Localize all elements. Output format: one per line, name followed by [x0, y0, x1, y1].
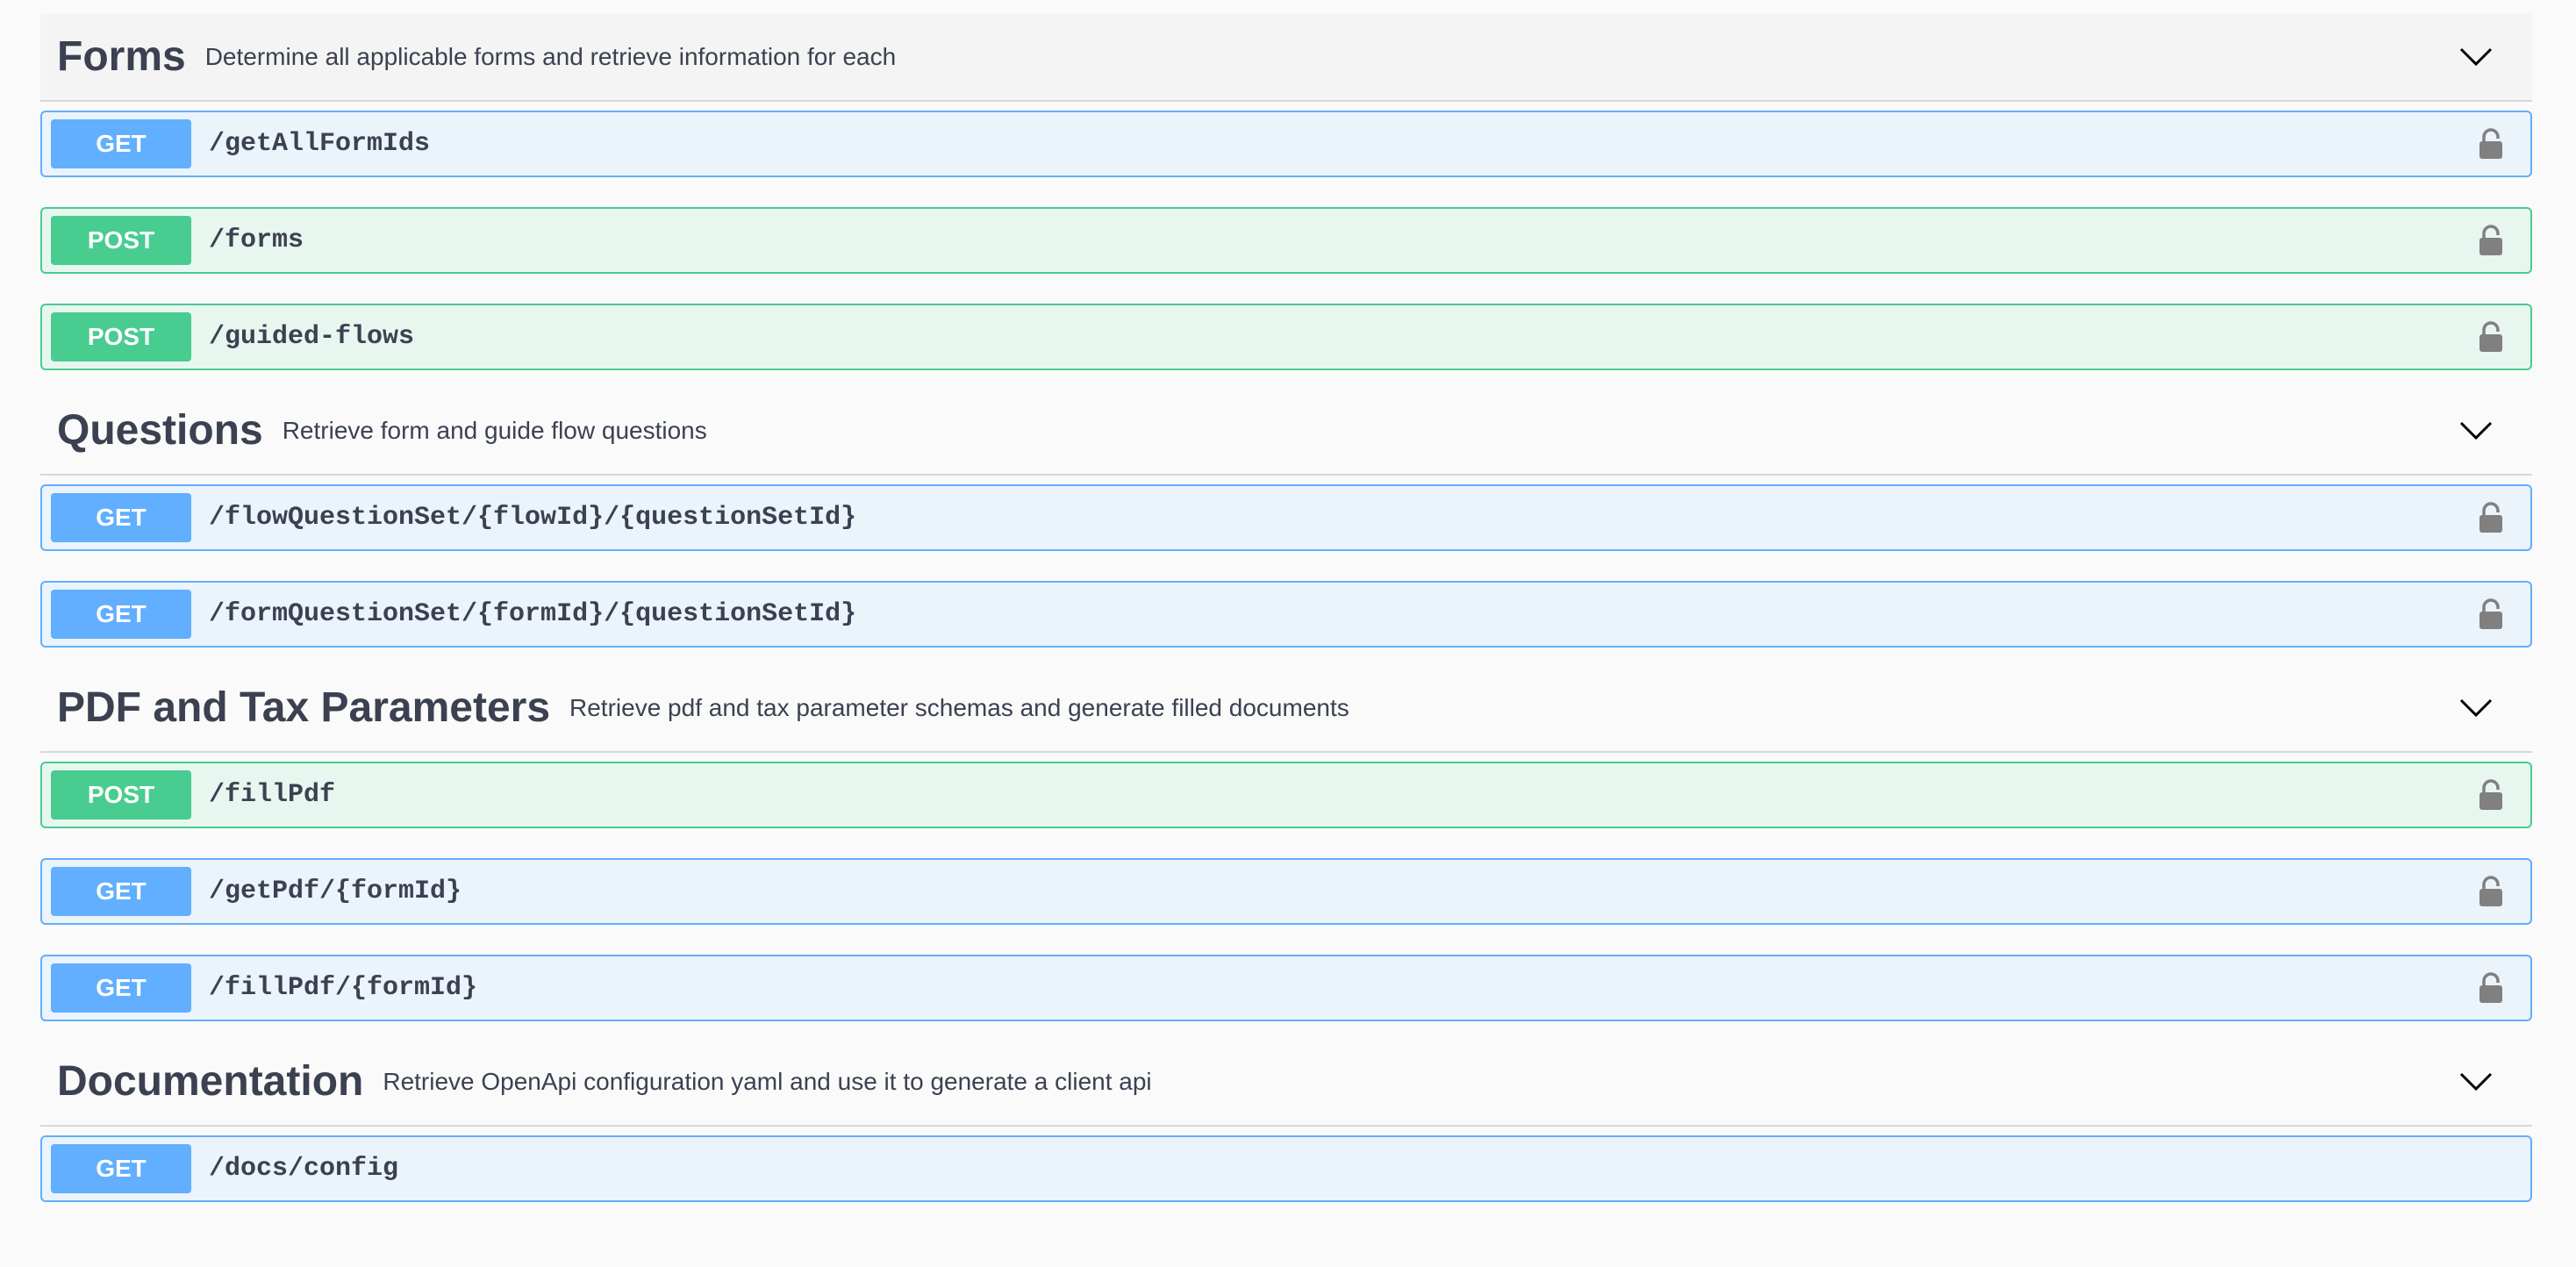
tag-header-pdf-and-tax-parameters[interactable]: PDF and Tax Parameters Retrieve pdf and … — [40, 665, 2532, 753]
tag-title: PDF and Tax Parameters — [57, 684, 551, 731]
method-badge: POST — [51, 312, 191, 361]
tag-header-documentation[interactable]: Documentation Retrieve OpenApi configura… — [40, 1039, 2532, 1127]
tag-title: Questions — [57, 407, 263, 454]
lock-icon[interactable] — [2478, 779, 2504, 811]
method-badge: GET — [51, 590, 191, 639]
operation-get-getallformids[interactable]: GET /getAllFormIds — [40, 111, 2532, 177]
chevron-down-icon[interactable] — [2458, 420, 2494, 441]
method-badge: GET — [51, 867, 191, 916]
operation-get-docs-config[interactable]: GET /docs/config — [40, 1135, 2532, 1202]
method-badge: GET — [51, 119, 191, 168]
lock-icon[interactable] — [2478, 972, 2504, 1004]
operation-post-fillpdf[interactable]: POST /fillPdf — [40, 762, 2532, 828]
method-badge: GET — [51, 493, 191, 542]
operation-path: /formQuestionSet/{formId}/{questionSetId… — [209, 599, 857, 629]
method-badge: POST — [51, 216, 191, 265]
operation-get-formquestionset[interactable]: GET /formQuestionSet/{formId}/{questionS… — [40, 581, 2532, 648]
operation-get-getpdf[interactable]: GET /getPdf/{formId} — [40, 858, 2532, 925]
lock-icon[interactable] — [2478, 876, 2504, 907]
tag-title: Documentation — [57, 1058, 364, 1105]
tag-description: Retrieve OpenApi configuration yaml and … — [383, 1068, 1152, 1095]
operation-post-forms[interactable]: POST /forms — [40, 207, 2532, 274]
tag-header-questions[interactable]: Questions Retrieve form and guide flow q… — [40, 388, 2532, 476]
chevron-down-icon[interactable] — [2458, 1071, 2494, 1092]
tag-title: Forms — [57, 33, 186, 80]
lock-icon[interactable] — [2478, 321, 2504, 353]
operation-path: /getAllFormIds — [209, 129, 431, 159]
api-operations-list: Forms Determine all applicable forms and… — [40, 14, 2532, 1202]
chevron-down-icon[interactable] — [2458, 47, 2494, 68]
lock-icon[interactable] — [2478, 502, 2504, 533]
operation-get-fillpdf-formid[interactable]: GET /fillPdf/{formId} — [40, 955, 2532, 1021]
tag-header-forms[interactable]: Forms Determine all applicable forms and… — [40, 14, 2532, 102]
operation-path: /flowQuestionSet/{flowId}/{questionSetId… — [209, 503, 857, 533]
operation-path: /forms — [209, 225, 304, 255]
operation-path: /fillPdf/{formId} — [209, 973, 478, 1003]
tag-description: Retrieve pdf and tax parameter schemas a… — [569, 694, 1349, 721]
operation-path: /docs/config — [209, 1154, 399, 1184]
lock-icon[interactable] — [2478, 598, 2504, 630]
operation-path: /getPdf/{formId} — [209, 877, 462, 906]
tag-description: Retrieve form and guide flow questions — [282, 417, 707, 444]
operation-post-guided-flows[interactable]: POST /guided-flows — [40, 304, 2532, 370]
lock-icon[interactable] — [2478, 225, 2504, 256]
method-badge: POST — [51, 770, 191, 820]
method-badge: GET — [51, 1144, 191, 1193]
chevron-down-icon[interactable] — [2458, 698, 2494, 719]
operation-path: /guided-flows — [209, 322, 415, 352]
operation-get-flowquestionset[interactable]: GET /flowQuestionSet/{flowId}/{questionS… — [40, 484, 2532, 551]
operation-path: /fillPdf — [209, 780, 336, 810]
tag-description: Determine all applicable forms and retri… — [204, 43, 897, 70]
method-badge: GET — [51, 963, 191, 1013]
lock-icon[interactable] — [2478, 128, 2504, 160]
